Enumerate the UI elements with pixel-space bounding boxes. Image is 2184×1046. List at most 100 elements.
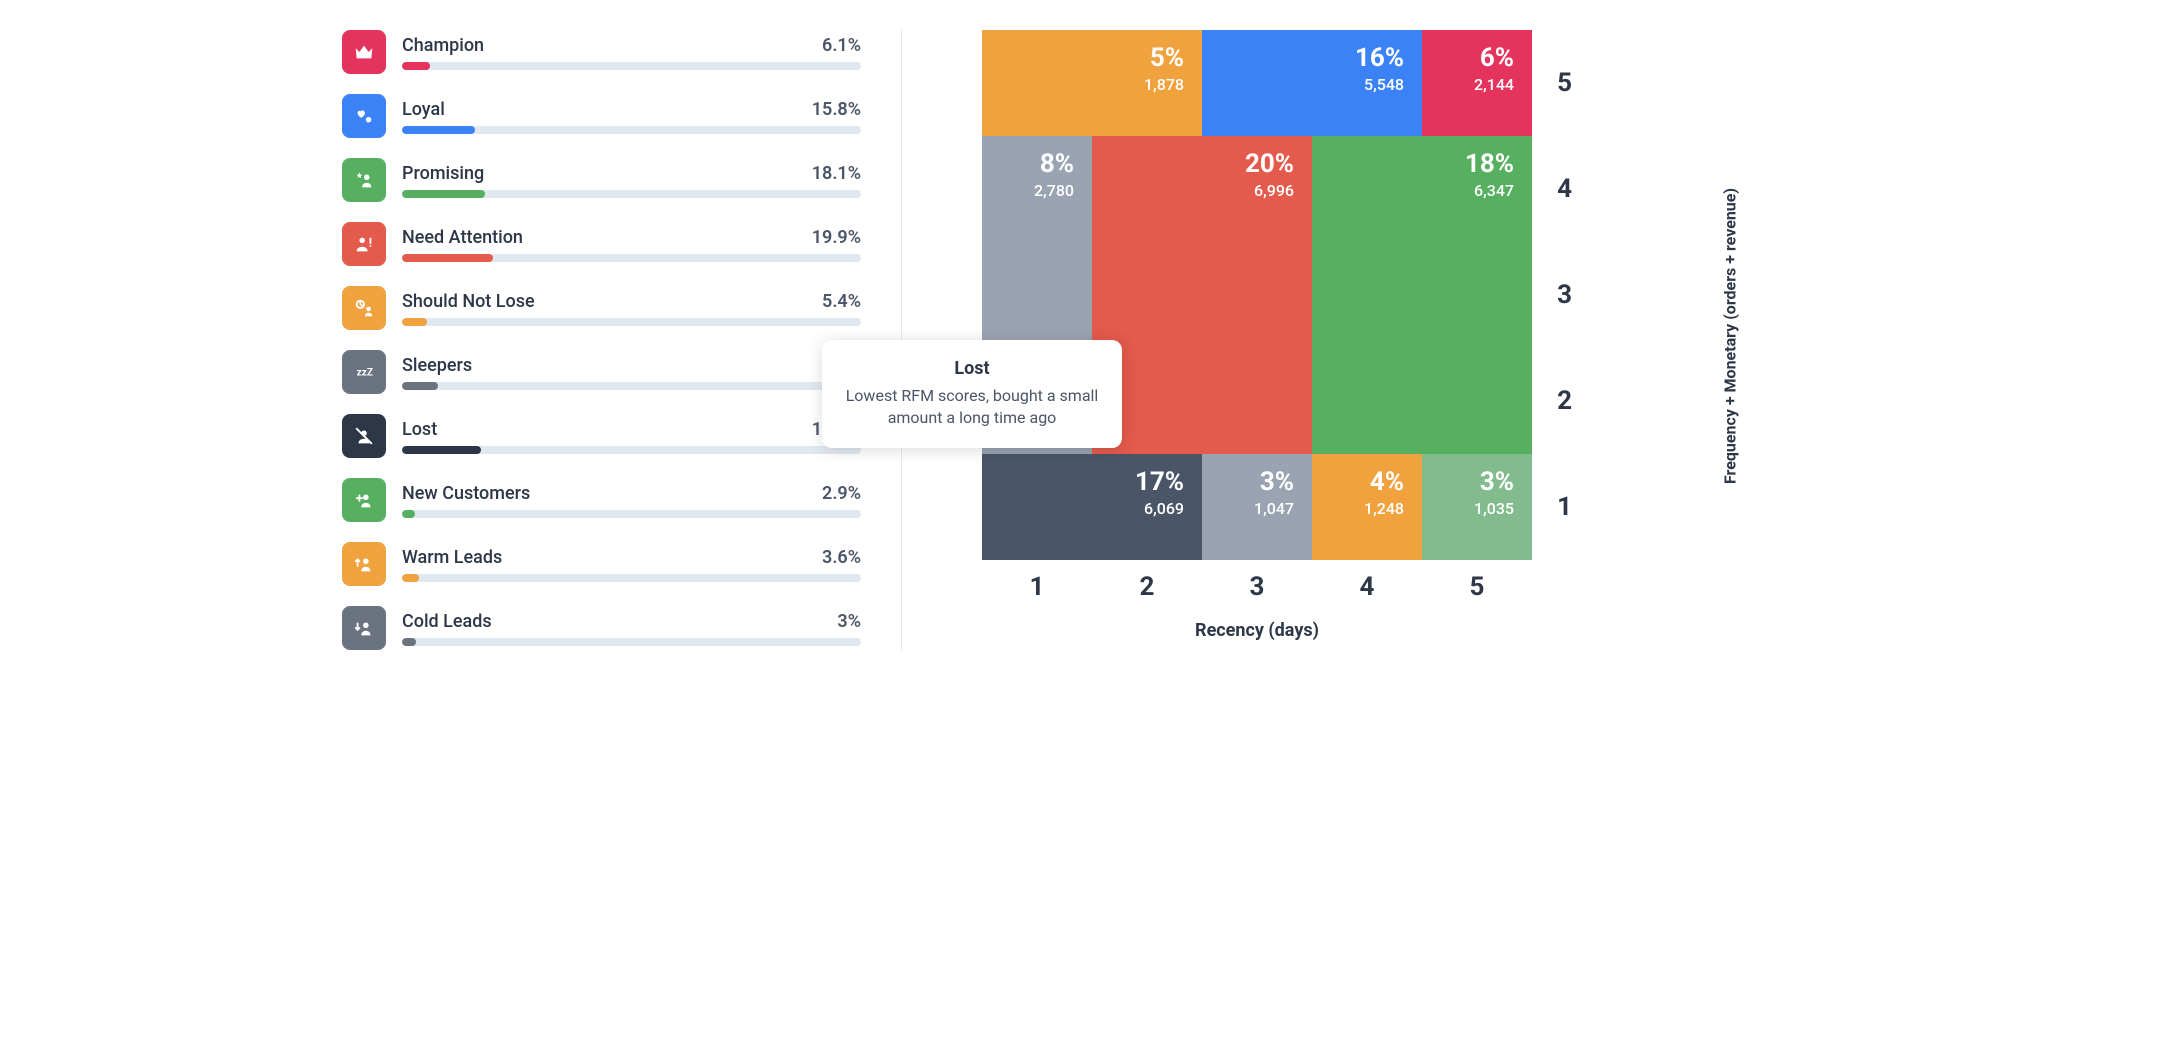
segment-label: Should Not Lose	[402, 291, 535, 312]
segment-bar-fill	[402, 510, 415, 518]
x-tick: 2	[1092, 572, 1202, 602]
segment-bar	[402, 638, 861, 646]
cell-percent: 8%	[1040, 150, 1074, 179]
cell-count: 5,548	[1364, 75, 1404, 94]
segment-label: Need Attention	[402, 227, 523, 248]
segment-bar-fill	[402, 126, 475, 134]
rfm-cell[interactable]: 20% 6,996	[1092, 136, 1312, 454]
segment-row-should-not-lose[interactable]: Should Not Lose 5.4%	[342, 286, 861, 330]
rfm-cell[interactable]: 18% 6,347	[1312, 136, 1532, 454]
segment-percent: 3%	[837, 611, 861, 632]
segment-label: New Customers	[402, 483, 530, 504]
warm-leads-icon	[342, 542, 386, 586]
y-tick: 4	[1557, 136, 1572, 242]
segment-bar	[402, 126, 861, 134]
rfm-panel: 12345 5% 1,878 16% 5,548 6% 2,144 8% 2,7…	[942, 30, 1842, 650]
need-attention-icon	[342, 222, 386, 266]
segment-percent: 2.9%	[822, 483, 861, 504]
segment-bar-fill	[402, 382, 438, 390]
y-axis-label: Frequency + Monetary (orders + revenue)	[1720, 187, 1739, 483]
segment-row-promising[interactable]: Promising 18.1%	[342, 158, 861, 202]
rfm-cell[interactable]: 3% 1,035	[1422, 454, 1532, 560]
rfm-cell[interactable]: 3% 1,047	[1202, 454, 1312, 560]
segment-bar	[402, 382, 861, 390]
svg-text:zzZ: zzZ	[357, 368, 373, 379]
segment-percent: 18.1%	[812, 163, 861, 184]
segment-bar-fill	[402, 446, 481, 454]
rfm-cell[interactable]: 5% 1,878	[982, 30, 1202, 136]
x-axis-ticks: 12345	[982, 572, 1532, 602]
segment-percent: 5.4%	[822, 291, 861, 312]
cold-leads-icon	[342, 606, 386, 650]
cell-count: 6,996	[1254, 181, 1294, 200]
new-customers-icon	[342, 478, 386, 522]
segment-percent: 15.8%	[812, 99, 861, 120]
segment-percent: 3.6%	[822, 547, 861, 568]
rfm-grid[interactable]: 12345 5% 1,878 16% 5,548 6% 2,144 8% 2,7…	[982, 30, 1532, 560]
y-tick: 1	[1557, 454, 1572, 560]
segment-bar	[402, 574, 861, 582]
cell-percent: 4%	[1370, 468, 1404, 497]
segment-bar	[402, 254, 861, 262]
should-not-lose-icon	[342, 286, 386, 330]
rfm-cell[interactable]: 8% 2,780	[982, 136, 1092, 454]
y-tick: 3	[1557, 242, 1572, 348]
segment-bar-fill	[402, 62, 430, 70]
segment-row-need-attention[interactable]: Need Attention 19.9%	[342, 222, 861, 266]
cell-percent: 5%	[1150, 44, 1184, 73]
segment-list: Champion 6.1% Loyal 15.8% Promising 18.1…	[342, 30, 902, 650]
rfm-cell[interactable]: 17% 6,069	[982, 454, 1202, 560]
cell-percent: 18%	[1465, 150, 1514, 179]
segment-label: Champion	[402, 35, 484, 56]
cell-count: 2,144	[1474, 75, 1514, 94]
cell-percent: 16%	[1355, 44, 1404, 73]
segment-row-cold-leads[interactable]: Cold Leads 3%	[342, 606, 861, 650]
x-axis-label: Recency (days)	[982, 620, 1532, 641]
segment-label: Cold Leads	[402, 611, 492, 632]
segment-bar-fill	[402, 254, 493, 262]
cell-percent: 3%	[1260, 468, 1294, 497]
sleepers-icon: zzZ	[342, 350, 386, 394]
segment-bar-fill	[402, 190, 485, 198]
y-axis-ticks: 12345	[1557, 30, 1572, 560]
cell-count: 1,035	[1474, 499, 1514, 518]
cell-percent: 20%	[1245, 150, 1294, 179]
cell-count: 2,780	[1034, 181, 1074, 200]
x-tick: 4	[1312, 572, 1422, 602]
segment-percent: 17.3%	[812, 419, 861, 440]
segment-label: Lost	[402, 419, 437, 440]
x-tick: 3	[1202, 572, 1312, 602]
segment-label: Loyal	[402, 99, 445, 120]
segment-bar	[402, 318, 861, 326]
segment-bar	[402, 190, 861, 198]
cell-percent: 6%	[1480, 44, 1514, 73]
y-tick: 2	[1557, 348, 1572, 454]
cell-count: 1,248	[1364, 499, 1404, 518]
segment-row-lost[interactable]: Lost 17.3%	[342, 414, 861, 458]
segment-row-loyal[interactable]: Loyal 15.8%	[342, 94, 861, 138]
loyal-icon	[342, 94, 386, 138]
lost-icon	[342, 414, 386, 458]
segment-bar-fill	[402, 318, 427, 326]
segment-bar-fill	[402, 574, 419, 582]
rfm-cell[interactable]: 4% 1,248	[1312, 454, 1422, 560]
segment-percent: 7.9%	[822, 355, 861, 376]
segment-label: Warm Leads	[402, 547, 502, 568]
segment-label: Promising	[402, 163, 484, 184]
segment-row-warm-leads[interactable]: Warm Leads 3.6%	[342, 542, 861, 586]
segment-row-new-customers[interactable]: New Customers 2.9%	[342, 478, 861, 522]
rfm-cell[interactable]: 6% 2,144	[1422, 30, 1532, 136]
promising-icon	[342, 158, 386, 202]
segment-label: Sleepers	[402, 355, 472, 376]
cell-percent: 3%	[1480, 468, 1514, 497]
segment-bar	[402, 446, 861, 454]
segment-row-sleepers[interactable]: zzZ Sleepers 7.9%	[342, 350, 861, 394]
segment-percent: 6.1%	[822, 35, 861, 56]
champion-icon	[342, 30, 386, 74]
cell-count: 6,347	[1474, 181, 1514, 200]
cell-count: 1,047	[1254, 499, 1294, 518]
cell-count: 6,069	[1144, 499, 1184, 518]
segment-bar	[402, 62, 861, 70]
segment-row-champion[interactable]: Champion 6.1%	[342, 30, 861, 74]
segment-bar	[402, 510, 861, 518]
